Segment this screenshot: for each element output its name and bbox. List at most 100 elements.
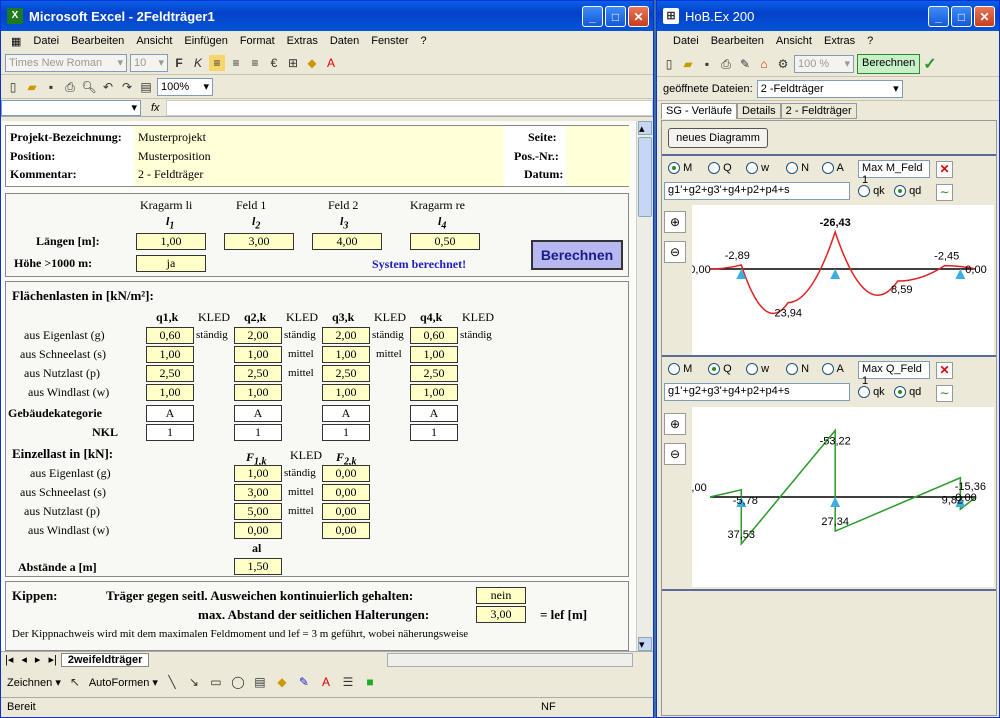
length-4[interactable]: 0,50	[410, 233, 480, 250]
menu-daten[interactable]: Daten	[324, 33, 365, 49]
tab-nav-next[interactable]: ▸	[31, 653, 45, 666]
berechnen-button[interactable]: Berechnen	[531, 240, 623, 270]
excel-vscroll[interactable]: ▴ ▾	[636, 121, 652, 651]
hob-house-icon[interactable]: ⌂	[756, 56, 772, 72]
d2-radio-n[interactable]: N	[786, 363, 809, 376]
line-icon[interactable]: ╲	[164, 674, 180, 690]
menu-format[interactable]: Format	[234, 33, 281, 49]
save-icon[interactable]: ▪	[43, 79, 59, 95]
open-icon[interactable]: ▰	[24, 79, 40, 95]
hob-berechnen-button[interactable]: Berechnen	[857, 53, 921, 74]
d2-radio-m[interactable]: M	[668, 363, 692, 376]
f1-g[interactable]: 1,00	[234, 465, 282, 482]
hoehe-value[interactable]: ja	[136, 255, 206, 272]
d1-delete-icon[interactable]: ✕	[936, 161, 953, 178]
close-button[interactable]: ✕	[628, 6, 649, 27]
menu-einfuegen[interactable]: Einfügen	[178, 33, 233, 49]
hob-zoom-select[interactable]: 100 % ▾	[794, 54, 854, 73]
new-icon[interactable]: ▯	[5, 79, 21, 95]
menu-fenster[interactable]: Fenster	[365, 33, 414, 49]
d2-radio-w[interactable]: w	[746, 363, 769, 376]
arrow-icon[interactable]: ↘	[186, 674, 202, 690]
preview-icon[interactable]: 🔍︎	[81, 79, 97, 95]
bold-icon[interactable]: F	[171, 55, 187, 71]
f2-w[interactable]: 0,00	[322, 522, 370, 539]
euro-icon[interactable]: €	[266, 55, 282, 71]
excel-titlebar[interactable]: X Microsoft Excel - 2Feldträger1 _ □ ✕	[1, 1, 653, 31]
hob-menu-ansicht[interactable]: Ansicht	[770, 33, 818, 49]
position-value[interactable]: Musterposition	[138, 149, 211, 164]
rectangle-icon[interactable]: ▭	[208, 674, 224, 690]
tab-details[interactable]: Details	[737, 103, 781, 119]
calc-icon[interactable]: ▤	[138, 79, 154, 95]
zoom-select[interactable]: 100% ▾	[157, 77, 213, 96]
new-diagram-button[interactable]: neues Diagramm	[668, 128, 768, 148]
f1-w[interactable]: 0,00	[234, 522, 282, 539]
nkl-2[interactable]: 1	[234, 424, 282, 441]
d2-radio-qd[interactable]: qd	[894, 386, 921, 399]
menu-extras[interactable]: Extras	[281, 33, 324, 49]
d2-max-select[interactable]: Max Q_Feld 1	[858, 361, 930, 387]
shadow-icon[interactable]: ■	[362, 674, 378, 690]
geb-2[interactable]: A	[234, 405, 282, 422]
undo-icon[interactable]: ↶	[100, 79, 116, 95]
q4-p[interactable]: 2,50	[410, 365, 458, 382]
hob-titlebar[interactable]: ⊞ HoB.Ex 200 _ □ ✕	[657, 1, 999, 31]
q3-s[interactable]: 1,00	[322, 346, 370, 363]
q4-w[interactable]: 1,00	[410, 384, 458, 401]
d1-radio-q[interactable]: Q	[708, 162, 732, 175]
q1-s[interactable]: 1,00	[146, 346, 194, 363]
excel-doc-icon[interactable]: ▦	[5, 33, 27, 50]
kommentar-value[interactable]: 2 - Feldträger	[138, 167, 203, 182]
hob-open-icon[interactable]: ▰	[680, 56, 696, 72]
f2-g[interactable]: 0,00	[322, 465, 370, 482]
q3-p[interactable]: 2,50	[322, 365, 370, 382]
italic-icon[interactable]: K	[190, 55, 206, 71]
d1-radio-n[interactable]: N	[786, 162, 809, 175]
q2-g[interactable]: 2,00	[234, 327, 282, 344]
d1-max-select[interactable]: Max M_Feld 1	[858, 160, 930, 186]
d1-radio-qd[interactable]: qd	[894, 185, 921, 198]
hob-menu-bearbeiten[interactable]: Bearbeiten	[705, 33, 770, 49]
q1-p[interactable]: 2,50	[146, 365, 194, 382]
excel-vscroll-thumb[interactable]	[638, 137, 652, 217]
hob-edit-icon[interactable]: ✎	[737, 56, 753, 72]
kippen-abstand[interactable]: 3,00	[476, 606, 526, 623]
d2-delete-icon[interactable]: ✕	[936, 362, 953, 379]
fill-color-icon[interactable]: ◆	[304, 55, 320, 71]
d1-curve-icon[interactable]: ∼	[936, 184, 953, 201]
tab-nav-prev[interactable]: ◂	[17, 653, 31, 666]
select-pointer-icon[interactable]: ↖	[67, 674, 83, 690]
f1-p[interactable]: 5,00	[234, 503, 282, 520]
print-icon[interactable]: ⎙	[62, 79, 78, 95]
f1-s[interactable]: 3,00	[234, 484, 282, 501]
q1-w[interactable]: 1,00	[146, 384, 194, 401]
align-center-icon[interactable]: ≡	[228, 55, 244, 71]
geb-3[interactable]: A	[322, 405, 370, 422]
q2-p[interactable]: 2,50	[234, 365, 282, 382]
project-bez-value[interactable]: Musterprojekt	[138, 130, 206, 145]
hob-menu-datei[interactable]: Datei	[667, 33, 705, 49]
tab-sg-verlaeufe[interactable]: SG - Verläufe	[661, 103, 738, 119]
tab-2-feldtraeger[interactable]: 2 - Feldträger	[780, 103, 857, 119]
d2-combo-input[interactable]: g1'+g2+g3'+g4+p2+p4+s	[664, 383, 850, 401]
kippen-gehalten[interactable]: nein	[476, 587, 526, 604]
size-select[interactable]: 10 ▾	[130, 53, 168, 72]
minimize-button[interactable]: _	[582, 6, 603, 27]
align-right-icon[interactable]: ≡	[247, 55, 263, 71]
tab-nav-last[interactable]: ▸|	[44, 653, 60, 666]
geb-1[interactable]: A	[146, 405, 194, 422]
d1-combo-input[interactable]: g1'+g2+g3'+g4+p2+p4+s	[664, 182, 850, 200]
d1-radio-a[interactable]: A	[822, 162, 844, 175]
d2-radio-a[interactable]: A	[822, 363, 844, 376]
hob-save-icon[interactable]: ▪	[699, 56, 715, 72]
menu-ansicht[interactable]: Ansicht	[130, 33, 178, 49]
fill-icon[interactable]: ◆	[274, 674, 290, 690]
q3-g[interactable]: 2,00	[322, 327, 370, 344]
d2-radio-qk[interactable]: qk	[858, 386, 885, 399]
menu-help[interactable]: ?	[415, 33, 433, 49]
align-left-icon[interactable]: ≡	[209, 54, 225, 71]
font-color-icon[interactable]: A	[323, 55, 339, 71]
q1-g[interactable]: 0,60	[146, 327, 194, 344]
linecolor-icon[interactable]: ✎	[296, 674, 312, 690]
